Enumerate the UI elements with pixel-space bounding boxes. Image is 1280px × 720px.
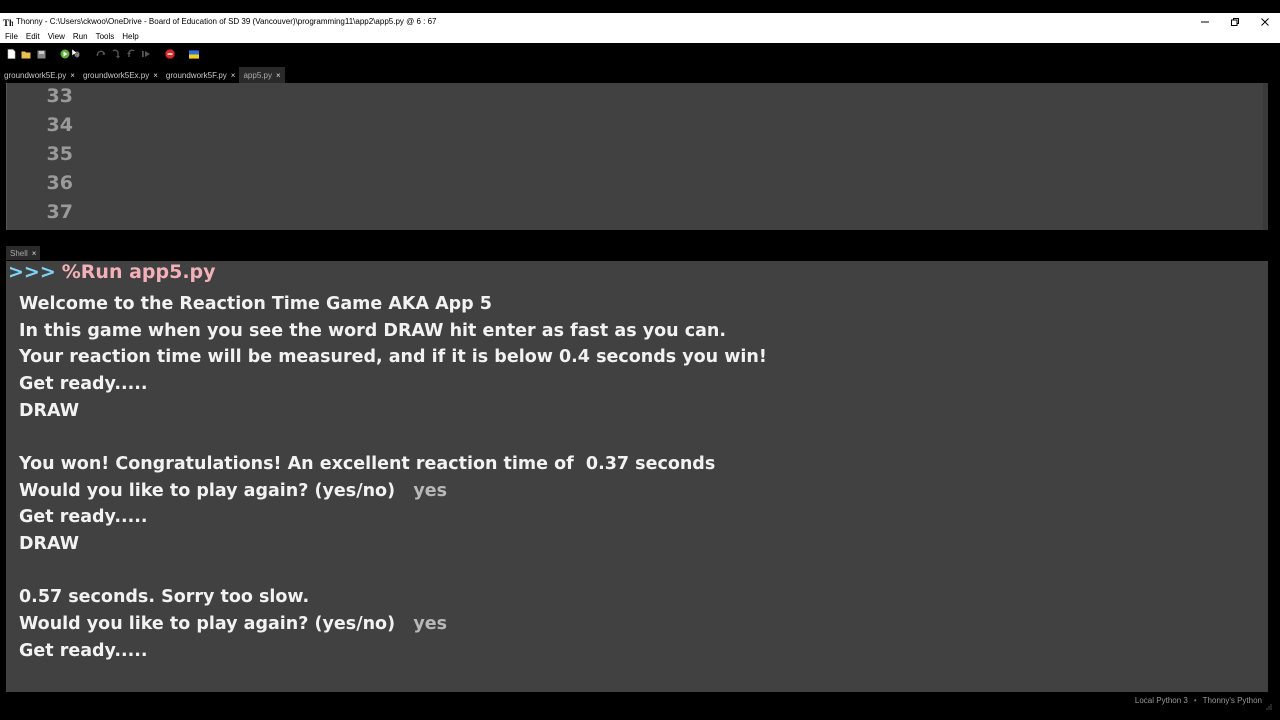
close-tab-icon[interactable]: × [231,71,236,80]
output-text: Get ready..... [19,507,148,527]
toolbar [0,43,1280,65]
shell-prompt-line: >>> %Run app5.py [8,261,216,283]
line-number: 36 [46,172,73,194]
save-file-icon[interactable] [36,49,46,59]
output-text: Get ready..... [19,374,148,394]
tab-shell[interactable]: Shell × [6,246,41,260]
step-over-icon[interactable] [96,49,106,59]
tab-label: groundwork5Ex.py [82,70,150,80]
tab-label: Shell [10,248,28,258]
restore-icon[interactable] [1220,13,1250,30]
output-line: In this game when you see the word DRAW … [19,321,726,341]
menu-tools[interactable]: Tools [92,32,119,41]
step-into-icon[interactable] [111,49,121,59]
resume-icon[interactable] [141,49,151,59]
user-input-text: yes [413,614,448,634]
menu-view[interactable]: View [44,32,69,41]
stop-icon[interactable] [165,49,175,59]
prompt-chevrons: >>> [8,261,56,283]
line-number-gutter: 33 34 35 36 37 [7,83,77,230]
status-separator: • [1193,695,1197,705]
tab-label: app5.py [243,70,272,80]
output-text: Your reaction time will be measured, and… [19,347,767,367]
menu-file[interactable]: File [0,32,22,41]
tab-label: groundwork5E.py [4,70,67,80]
close-tab-icon[interactable]: × [32,249,37,258]
user-input-text: yes [413,481,448,501]
output-line: Would you like to play again? (yes/no) y… [19,481,447,501]
code-editor[interactable]: 33 34 35 36 37 [6,83,1268,230]
output-line: Get ready..... [19,507,148,527]
output-text: You won! Congratulations! An excellent r… [19,454,716,474]
tab-label: groundwork5F.py [165,70,227,80]
output-line: You won! Congratulations! An excellent r… [19,454,715,474]
line-number: 34 [46,114,73,136]
close-tab-icon[interactable]: × [70,71,75,80]
output-text: Would you like to play again? (yes/no) [19,614,414,634]
output-text: DRAW [19,401,80,421]
close-tab-icon[interactable]: × [153,71,158,80]
debug-icon[interactable] [72,49,82,59]
ukraine-flag-icon[interactable] [189,49,199,59]
output-line: DRAW [19,534,79,554]
window-controls [1190,13,1280,30]
thonny-logo-icon: Th [3,17,13,27]
editor-scrollbar[interactable] [1263,83,1268,230]
step-out-icon[interactable] [126,49,136,59]
run-command: %Run app5.py [61,261,216,283]
output-line: 0.57 seconds. Sorry too slow. [19,587,309,607]
shell-console[interactable]: >>> %Run app5.py Welcome to the Reaction … [6,261,1268,692]
run-icon[interactable] [60,49,70,59]
close-tab-icon[interactable]: × [276,71,281,80]
output-line: Get ready..... [19,374,148,394]
title-bar: Th Thonny - C:\Users\ckwoo\OneDrive - Bo… [0,13,1280,30]
screen-top-strip [0,0,1280,13]
tab-groundwork5ex[interactable]: groundwork5Ex.py × [79,67,162,83]
editor-tab-bar: groundwork5E.py × groundwork5Ex.py × gro… [0,65,1280,83]
open-file-icon[interactable] [21,49,31,59]
status-bar: Local Python 3 • Thonny's Python [0,692,1280,710]
output-text: DRAW [19,534,80,554]
resize-grip-icon[interactable] [1266,697,1272,710]
interpreter-status[interactable]: Local Python 3 [1135,696,1188,705]
tab-app5[interactable]: app5.py × [239,67,285,83]
menu-run[interactable]: Run [69,32,92,41]
svg-text:Th: Th [3,18,13,27]
close-window-icon[interactable] [1250,13,1280,30]
output-line: Get ready..... [19,641,148,661]
menu-bar: File Edit View Run Tools Help [0,30,1280,43]
tab-groundwork5e[interactable]: groundwork5E.py × [0,67,79,83]
output-line: Your reaction time will be measured, and… [19,347,767,367]
tab-groundwork5f[interactable]: groundwork5F.py × [162,67,240,83]
output-line: DRAW [19,401,79,421]
line-number: 33 [46,85,73,107]
output-text: In this game when you see the word DRAW … [19,321,726,341]
menu-help[interactable]: Help [118,32,142,41]
minimize-icon[interactable] [1190,13,1220,30]
new-file-icon[interactable] [6,49,16,59]
output-text: 0.57 seconds. Sorry too slow. [19,587,310,607]
menu-edit[interactable]: Edit [22,32,44,41]
line-number: 35 [46,143,73,165]
output-text: Welcome to the Reaction Time Game AKA Ap… [19,294,492,314]
output-line: Welcome to the Reaction Time Game AKA Ap… [19,294,492,314]
window-title: Thonny - C:\Users\ckwoo\OneDrive - Board… [16,17,437,26]
output-text: Get ready..... [19,641,148,661]
shell-tab-bar: Shell × [0,245,1280,261]
output-line: Would you like to play again? (yes/no) y… [19,614,447,634]
line-number: 37 [46,201,73,223]
backend-status[interactable]: Thonny's Python [1203,696,1262,705]
output-text: Would you like to play again? (yes/no) [19,481,414,501]
